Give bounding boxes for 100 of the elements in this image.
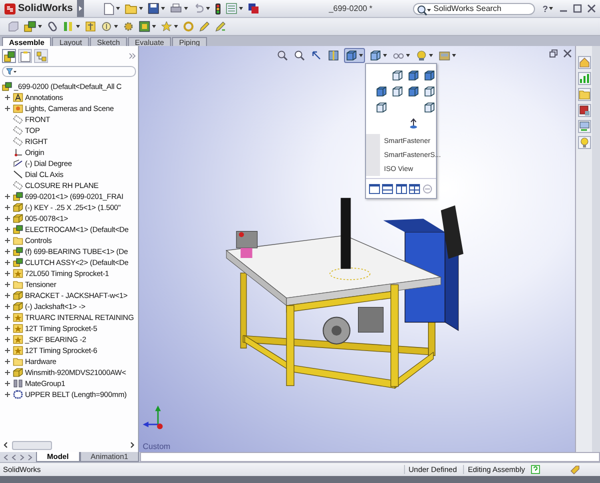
- expand-button[interactable]: [4, 303, 11, 310]
- expand-button[interactable]: [4, 369, 11, 376]
- zoom-to-fit-button[interactable]: [276, 49, 289, 62]
- clipboard-icon: [20, 50, 30, 62]
- edit-appearance-button[interactable]: [415, 49, 434, 62]
- task-pane-tab[interactable]: [578, 104, 590, 117]
- cube-icon: [376, 102, 386, 112]
- caret-icon: [116, 7, 120, 10]
- magnifier-icon: [277, 50, 288, 61]
- plus-icon: [5, 326, 10, 331]
- expand-button[interactable]: [4, 380, 11, 387]
- open-button[interactable]: [124, 3, 143, 14]
- display-style-button[interactable]: [369, 49, 388, 62]
- toolbox-part-icon: [13, 335, 23, 344]
- bar-chart-icon: [578, 73, 590, 84]
- assembly-icon: [2, 82, 12, 91]
- expand-button[interactable]: [4, 105, 11, 112]
- part-icon: [13, 291, 23, 300]
- expand-button[interactable]: [4, 281, 11, 288]
- viewport-layout-button[interactable]: [368, 182, 380, 196]
- apply-scene-button[interactable]: [438, 49, 457, 62]
- cube-icon: [392, 86, 402, 96]
- expand-button[interactable]: [4, 248, 11, 255]
- part-icon: [13, 203, 23, 212]
- smart-fasteners-button[interactable]: [85, 21, 96, 32]
- windows-button[interactable]: [248, 3, 259, 14]
- cube-icon: [392, 70, 402, 80]
- expand-button[interactable]: [4, 226, 11, 233]
- caret-icon: [406, 54, 410, 57]
- print-button[interactable]: [170, 3, 188, 14]
- expand-button[interactable]: [4, 336, 11, 343]
- expand-button[interactable]: [4, 237, 11, 244]
- cube-icon: [346, 50, 357, 61]
- view-button[interactable]: [406, 68, 420, 82]
- linear-pattern-button[interactable]: [63, 21, 80, 32]
- assembly-features-button[interactable]: [139, 21, 156, 32]
- expand-button[interactable]: [4, 193, 11, 200]
- reference-geometry-button[interactable]: [161, 21, 178, 32]
- rebuild-button[interactable]: [214, 2, 221, 14]
- bill-of-materials-button[interactable]: [199, 21, 210, 32]
- view-button[interactable]: [406, 84, 420, 98]
- expand-button[interactable]: [4, 215, 11, 222]
- zoom-to-area-button[interactable]: [293, 49, 306, 62]
- plus-icon: [5, 216, 10, 221]
- configuration-manager-tab[interactable]: [34, 49, 48, 63]
- expand-button[interactable]: [4, 314, 11, 321]
- expand-button[interactable]: [4, 391, 11, 398]
- horizontal-scrollbar[interactable]: [2, 440, 136, 450]
- view-button[interactable]: [374, 100, 388, 114]
- filter-field[interactable]: [2, 66, 136, 77]
- close-icon[interactable]: [563, 49, 572, 58]
- view-button[interactable]: [422, 68, 436, 82]
- help-icon[interactable]: [531, 465, 540, 474]
- previous-view-button[interactable]: [310, 49, 323, 62]
- view-button[interactable]: [422, 100, 436, 114]
- move-component-button[interactable]: [101, 21, 118, 32]
- chevron-right-icon[interactable]: [128, 53, 136, 59]
- exploded-view-button[interactable]: [215, 21, 226, 32]
- viewport-layout-button[interactable]: [381, 182, 394, 196]
- plus-icon: [5, 260, 10, 265]
- view-orientation-button[interactable]: [344, 48, 365, 63]
- caret-icon: [114, 25, 118, 28]
- restore-icon[interactable]: [549, 49, 558, 58]
- task-pane-tab[interactable]: [578, 56, 590, 69]
- pencil-icon: [215, 21, 226, 32]
- viewport-layout-button[interactable]: [394, 182, 408, 196]
- task-pane-tab[interactable]: [578, 120, 590, 133]
- expand-button[interactable]: [4, 325, 11, 332]
- expand-button[interactable]: [4, 292, 11, 299]
- view-button[interactable]: [422, 84, 436, 98]
- section-view-button[interactable]: [327, 49, 340, 62]
- caret-icon: [38, 25, 42, 28]
- expand-button[interactable]: [4, 94, 11, 101]
- assembly-icon: [4, 50, 14, 62]
- undo-button[interactable]: [192, 3, 210, 14]
- expand-button[interactable]: [4, 347, 11, 354]
- view-button[interactable]: [374, 84, 388, 98]
- feature-manager-tab[interactable]: [2, 49, 16, 63]
- options-button[interactable]: [226, 3, 243, 14]
- search-field[interactable]: SolidWorks Search: [412, 2, 534, 14]
- property-manager-tab[interactable]: [18, 49, 32, 63]
- expand-button[interactable]: [4, 358, 11, 365]
- maximize-icon[interactable]: [573, 4, 582, 13]
- cube-icon[interactable]: [8, 21, 19, 32]
- help-button[interactable]: ?: [542, 4, 548, 14]
- part-icon: [13, 368, 23, 377]
- scrollbar-thumb[interactable]: [12, 440, 52, 450]
- mate-button[interactable]: [47, 21, 58, 32]
- expand-button[interactable]: [4, 270, 11, 277]
- show-hidden-button[interactable]: [123, 21, 134, 32]
- view-button[interactable]: [390, 84, 404, 98]
- expand-button[interactable]: [4, 204, 11, 211]
- close-icon[interactable]: [587, 4, 596, 13]
- caret-icon: [238, 7, 243, 10]
- expand-button[interactable]: [4, 259, 11, 266]
- new-button[interactable]: [104, 2, 120, 14]
- viewport-layout-button[interactable]: [408, 182, 421, 196]
- view-button[interactable]: [390, 68, 404, 82]
- insert-components-button[interactable]: [24, 21, 42, 32]
- save-button[interactable]: [148, 3, 165, 14]
